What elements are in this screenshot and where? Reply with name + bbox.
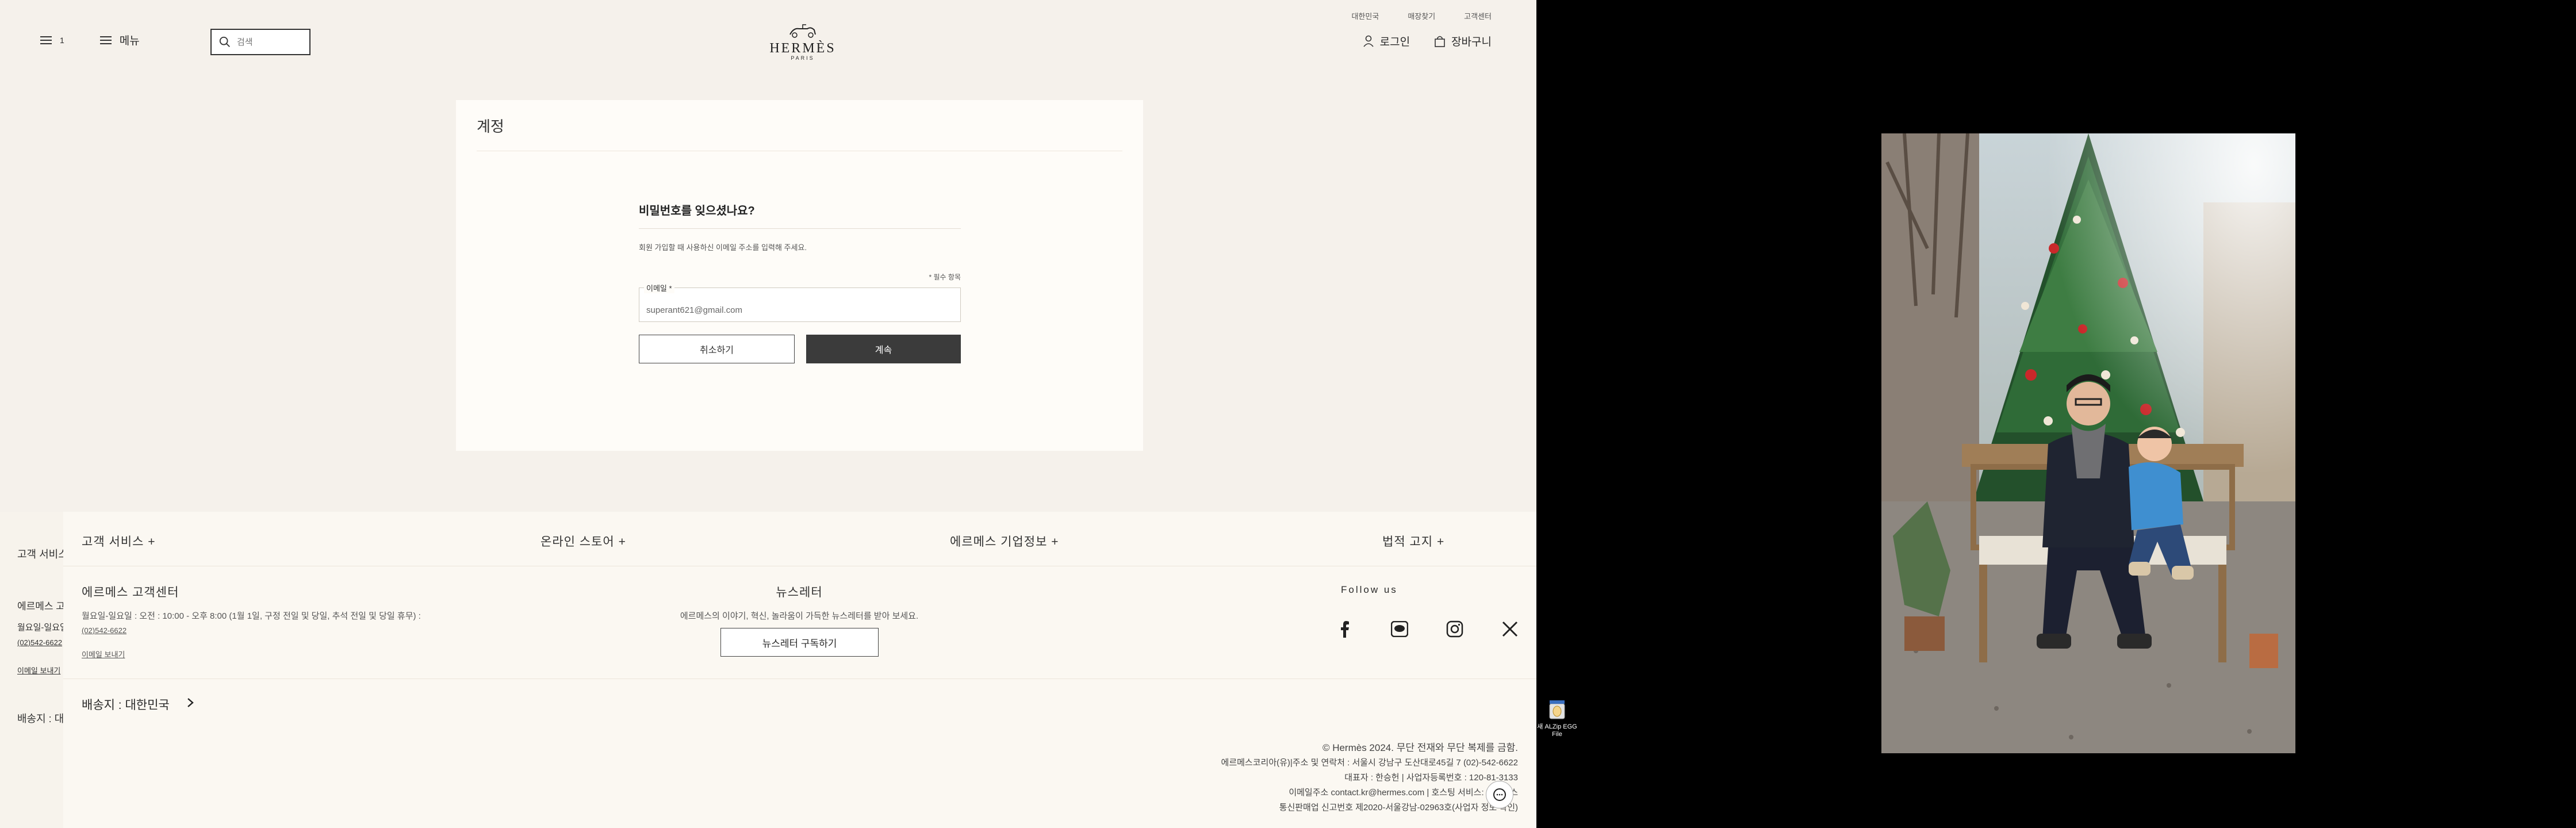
newsletter-desc: 에르메스의 이야기, 혁신, 놀라움이 가득한 뉴스레터를 받아 보세요. (680, 611, 919, 621)
contact-email-line[interactable]: 이메일주소 contact.kr@hermes.com | 호스팅 서비스: 에… (1221, 785, 1518, 800)
email-field[interactable]: 이메일 * (639, 282, 961, 322)
form-description: 회원 가입할 때 사용하신 이메일 주소를 입력해 주세요. (639, 243, 807, 252)
facebook-icon[interactable] (1334, 619, 1355, 639)
cart-button[interactable]: 장바구니 (1434, 33, 1492, 49)
desktop-icon-label: 새 ALZip EGG File (1537, 723, 1577, 738)
forgot-password-form: 비밀번호를 잊으셨나요? 회원 가입할 때 사용하신 이메일 주소를 입력해 주… (639, 201, 961, 363)
link-country[interactable]: 대한민국 (1351, 10, 1379, 21)
legal-info: © Hermès 2024. 무단 전재와 무단 복제를 금함. 에르메스코리아… (1221, 741, 1518, 815)
chevron-right-icon (187, 697, 194, 711)
menu-button[interactable]: 메뉴 (99, 32, 140, 48)
account-card: 계정 비밀번호를 잊으셨나요? 회원 가입할 때 사용하신 이메일 주소를 입력… (456, 100, 1143, 451)
desktop-file-icon[interactable]: 새 ALZip EGG File (1536, 699, 1578, 738)
business-reg-line: 대표자 : 한승헌 | 사업자등록번호 : 120-81-3133 (1344, 773, 1518, 783)
mail-order-line[interactable]: 통신판매업 신고번호 제2020-서울강남-02963호(사업자 정보 확인) (1221, 800, 1518, 815)
search-input[interactable] (237, 37, 300, 47)
cancel-button[interactable]: 취소하기 (639, 335, 795, 363)
page-title: 계정 (477, 118, 504, 135)
toggle-label: 1 (60, 35, 64, 45)
instagram-icon[interactable] (1444, 619, 1465, 639)
cs-email-link[interactable]: 이메일 보내기 (82, 649, 421, 660)
logo-wordmark: HERMÈS (769, 41, 836, 56)
photo-viewer-image (1881, 133, 2295, 753)
header-right: 로그인 장바구니 (1363, 33, 1492, 49)
side-cs-hours: 월요일-일요일 (17, 623, 63, 632)
footer-overlap-panel: 고객 서비스 + 에르메스 고객센터 월요일-일요일 (02)542-6622 … (0, 512, 63, 828)
cs-phone-link[interactable]: (02)542-6622 (82, 626, 421, 635)
newsletter-block: 뉴스레터 에르메스의 이야기, 혁신, 놀라움이 가득한 뉴스레터를 받아 보세… (632, 583, 966, 622)
link-store-locator[interactable]: 매장찾기 (1408, 10, 1435, 21)
footer-divider (63, 678, 1536, 679)
ship-to-label: 배송지 : 대한민국 (82, 699, 170, 712)
form-buttons: 취소하기 계속 (639, 335, 961, 363)
accordion-company-info[interactable]: 에르메스 기업정보 + (950, 532, 1059, 550)
top-utility-links: 대한민국 매장찾기 고객센터 (1351, 10, 1492, 21)
search-box[interactable] (210, 29, 310, 55)
chat-button[interactable] (1486, 781, 1513, 808)
accordion-customer-service[interactable]: 고객 서비스 + (82, 532, 156, 550)
ship-to-selector[interactable]: 배송지 : 대한민국 (82, 696, 194, 713)
cart-label: 장바구니 (1451, 36, 1492, 48)
menu-icon (99, 36, 112, 44)
email-label: 이메일 * (644, 282, 674, 293)
sidebar-toggle-button[interactable]: 1 (40, 36, 64, 45)
login-label: 로그인 (1379, 36, 1410, 48)
newsletter-subscribe-button[interactable]: 뉴스레터 구독하기 (720, 628, 879, 657)
user-icon (1363, 35, 1374, 47)
chat-bubble-icon (1493, 788, 1506, 801)
hermes-logo[interactable]: HERMÈS PARIS (768, 23, 837, 61)
login-button[interactable]: 로그인 (1363, 33, 1410, 49)
bag-icon (1435, 36, 1445, 47)
side-cs-email[interactable]: 이메일 보내기 (17, 665, 60, 676)
continue-button[interactable]: 계속 (806, 335, 961, 363)
side-customer-service[interactable]: 고객 서비스 + (17, 546, 63, 561)
browser-page: 대한민국 매장찾기 고객센터 1 메뉴 HERMÈS PARIS 로그인 (0, 0, 1536, 828)
cs-hours: 월요일-일요일 : 오전 : 10:00 - 오후 8:00 (1월 1일, 구… (82, 611, 421, 621)
cs-block: 에르메스 고객센터 월요일-일요일 : 오전 : 10:00 - 오후 8:00… (82, 583, 421, 660)
follow-us-title: Follow us (1341, 584, 1398, 595)
family-christmas-photo (1881, 133, 2295, 753)
hamburger-icon (40, 36, 52, 44)
menu-label: 메뉴 (119, 35, 140, 47)
line-icon[interactable] (1389, 619, 1410, 639)
required-note: * 필수 항목 (929, 273, 961, 281)
form-heading: 비밀번호를 잊으셨나요? (639, 205, 755, 217)
divider (639, 228, 961, 229)
carriage-logo-icon (789, 24, 816, 38)
link-customer-center[interactable]: 고객센터 (1464, 10, 1492, 21)
header-left: 1 메뉴 (40, 32, 140, 48)
newsletter-title: 뉴스레터 (776, 586, 823, 599)
footer: 고객 서비스 + 에르메스 고객센터 월요일-일요일 (02)542-6622 … (0, 512, 1536, 828)
accordion-legal[interactable]: 법적 고지 + (1382, 532, 1444, 550)
copyright-line: © Hermès 2024. 무단 전재와 무단 복제를 금함. (1322, 742, 1518, 753)
alzip-egg-icon (1549, 700, 1565, 719)
email-input[interactable] (639, 288, 960, 321)
x-icon[interactable] (1500, 619, 1520, 639)
social-links (1334, 619, 1520, 639)
company-address-line: 에르메스코리아(유)|주소 및 연락처 : 서울시 강남구 도산대로45길 7 … (1221, 758, 1518, 768)
search-icon (219, 36, 230, 47)
side-cs-title: 에르메스 고객센터 (17, 601, 63, 612)
side-cs-phone[interactable]: (02)542-6622 (17, 638, 62, 647)
cs-title: 에르메스 고객센터 (82, 586, 179, 599)
side-ship-to[interactable]: 배송지 : 대한민국 (17, 711, 63, 726)
accordion-online-store[interactable]: 온라인 스토어 + (540, 532, 626, 550)
